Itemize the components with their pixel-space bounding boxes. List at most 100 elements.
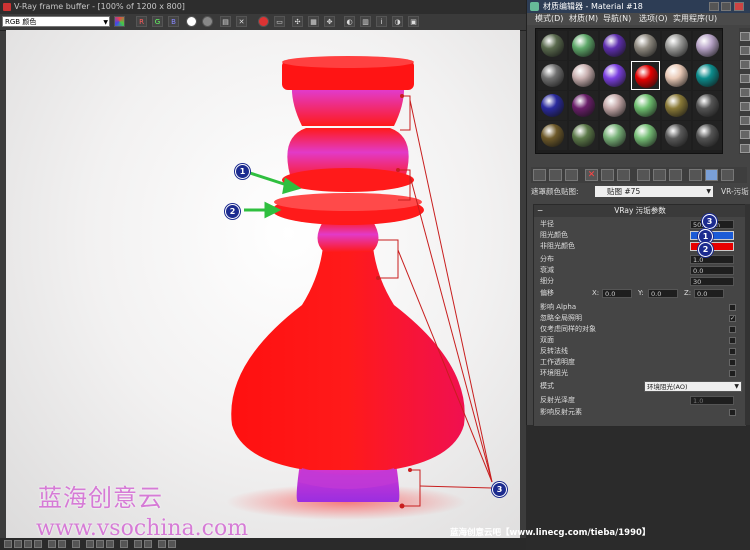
video-check-icon[interactable] [740,88,750,97]
reset-map-icon[interactable]: ✕ [585,169,598,181]
menu-navigation[interactable]: 导航(N) [603,13,631,25]
material-slot[interactable] [538,31,567,60]
material-slot[interactable] [600,31,629,60]
affect-reflection-elements-checkbox[interactable] [729,409,736,416]
bias-x-spinner[interactable]: 0.0 [602,289,632,298]
pick-material-icon[interactable] [721,169,734,181]
save-image-icon[interactable]: ▤ [220,16,231,27]
material-navigator-icon[interactable] [740,144,750,153]
material-slot[interactable] [631,61,660,90]
rollout-scrollbar[interactable] [745,204,750,425]
material-slot[interactable] [693,31,722,60]
minimize-button[interactable] [709,2,719,11]
material-slot[interactable] [662,31,691,60]
uv-tiling-icon[interactable] [740,74,750,83]
double-sided-checkbox[interactable] [729,337,736,344]
lut-icon[interactable]: ◐ [344,16,355,27]
invert-normal-checkbox[interactable] [729,348,736,355]
environment-occlusion-checkbox[interactable] [729,370,736,377]
assign-to-selection-icon[interactable] [565,169,578,181]
menu-material[interactable]: 材质(M) [569,13,598,25]
falloff-spinner[interactable]: 0.0 [690,266,734,275]
show-end-result-icon[interactable] [669,169,682,181]
material-name-field[interactable]: 贴图 #75 ▼ [595,186,713,197]
go-to-parent-icon[interactable] [689,169,702,181]
material-slot[interactable] [569,91,598,120]
green-channel-button[interactable]: G [152,16,163,27]
mono-mode-icon[interactable] [202,16,213,27]
status-icon[interactable] [86,540,94,548]
copy-icon[interactable]: ▭ [274,16,285,27]
material-slot[interactable] [600,121,629,150]
clear-image-icon[interactable]: ✕ [236,16,247,27]
ignore-gi-checkbox[interactable]: ✓ [729,315,736,322]
material-slot[interactable] [631,91,660,120]
material-slot[interactable] [538,121,567,150]
histogram-icon[interactable]: ▥ [360,16,371,27]
status-icon[interactable] [58,540,66,548]
status-icon[interactable] [96,540,104,548]
color-correction-icon[interactable]: ◑ [392,16,403,27]
status-icon[interactable] [34,540,42,548]
alpha-channel-icon[interactable] [186,16,197,27]
region-render-icon[interactable]: ▦ [308,16,319,27]
put-to-scene-icon[interactable] [549,169,562,181]
menu-options[interactable]: 选项(O) [639,13,668,25]
material-slot[interactable] [693,121,722,150]
material-slot[interactable] [569,121,598,150]
status-icon[interactable] [144,540,152,548]
maximize-button[interactable] [721,2,731,11]
mode-dropdown[interactable]: 环境阻光(AO) ▼ [644,381,742,392]
distribution-spinner[interactable]: 1.0 [690,255,734,264]
blue-channel-button[interactable]: B [168,16,179,27]
consider-same-object-checkbox[interactable] [729,326,736,333]
material-slot[interactable] [693,61,722,90]
status-icon[interactable] [158,540,166,548]
status-icon[interactable] [48,540,56,548]
material-slot[interactable] [600,91,629,120]
status-icon[interactable] [4,540,12,548]
background-icon[interactable] [740,60,750,69]
material-type-button[interactable]: VR-污垢 [721,186,749,197]
material-slot[interactable] [662,61,691,90]
menu-mode[interactable]: 模式(D) [535,13,563,25]
bias-y-spinner[interactable]: 0.0 [648,289,678,298]
put-to-library-icon[interactable] [617,169,630,181]
status-icon[interactable] [134,540,142,548]
make-preview-icon[interactable] [740,102,750,111]
status-icon[interactable] [168,540,176,548]
select-by-material-icon[interactable] [740,130,750,139]
material-slot[interactable] [631,31,660,60]
affect-alpha-checkbox[interactable] [729,304,736,311]
subdivs-spinner[interactable]: 30 [690,277,734,286]
options-icon[interactable] [740,116,750,125]
status-icon[interactable] [14,540,22,548]
red-channel-button[interactable]: R [136,16,147,27]
channel-select[interactable]: RGB 颜色 ▼ [2,16,110,27]
material-slot[interactable] [569,61,598,90]
sample-type-icon[interactable] [740,32,750,41]
work-with-transparency-checkbox[interactable] [729,359,736,366]
reflection-glossiness-spinner[interactable]: 1.0 [690,396,734,405]
get-material-icon[interactable] [533,169,546,181]
material-slot[interactable] [693,91,722,120]
go-forward-sibling-icon[interactable] [705,169,718,181]
status-icon[interactable] [24,540,32,548]
material-slot[interactable] [538,61,567,90]
material-slot[interactable] [538,91,567,120]
pixel-info-icon[interactable]: i [376,16,387,27]
status-icon[interactable] [72,540,80,548]
show-map-icon[interactable] [653,169,666,181]
material-slot[interactable] [631,121,660,150]
status-icon[interactable] [120,540,128,548]
backlight-icon[interactable] [740,46,750,55]
status-icon[interactable] [106,540,114,548]
material-slot[interactable] [569,31,598,60]
pan-icon[interactable]: ✥ [324,16,335,27]
bias-z-spinner[interactable]: 0.0 [694,289,724,298]
color-wheel-icon[interactable] [114,16,125,27]
menu-utilities[interactable]: 实用程序(U) [673,13,717,25]
material-id-icon[interactable] [637,169,650,181]
close-button[interactable] [734,2,744,11]
material-slot[interactable] [600,61,629,90]
